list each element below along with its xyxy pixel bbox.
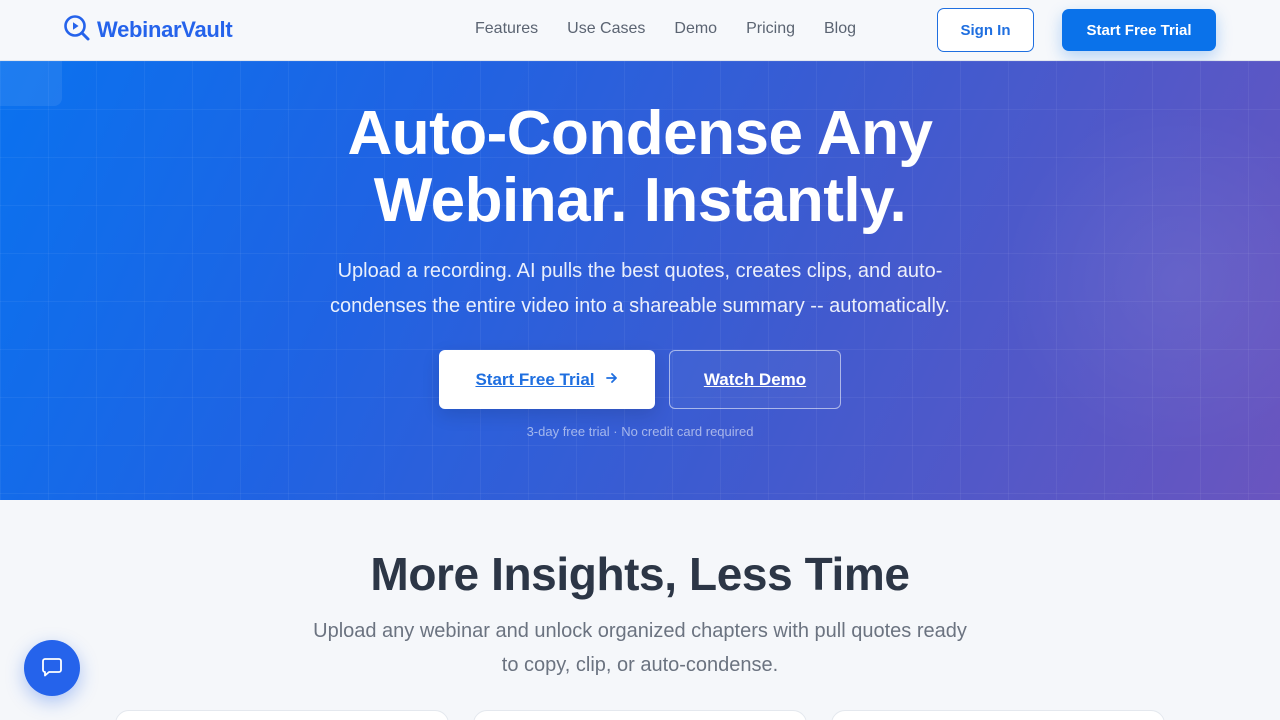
nav-demo[interactable]: Demo [674,19,717,39]
play-search-icon [63,14,91,47]
hero-start-trial-label: Start Free Trial [475,369,595,389]
nav-use-cases[interactable]: Use Cases [567,19,645,39]
nav-features[interactable]: Features [475,19,538,39]
hero-section: Auto-Condense Any Webinar. Instantly. Up… [0,61,1280,500]
hero-title: Auto-Condense Any Webinar. Instantly. [0,100,1280,234]
nav-pricing[interactable]: Pricing [746,19,795,39]
trial-note: 3-day free trial · No credit card requir… [526,424,754,439]
feature-card [473,710,807,720]
hero-subtitle: Upload a recording. AI pulls the best qu… [330,260,950,317]
arrow-right-icon [605,370,619,390]
hero-title-line-2: Webinar. Instantly. [373,166,907,235]
watch-demo-button[interactable]: Watch Demo [669,350,841,409]
logo[interactable]: WebinarVault [63,14,233,47]
feature-card [831,710,1165,720]
hero-title-line-1: Auto-Condense Any [347,99,933,168]
hero-start-trial-button[interactable]: Start Free Trial [439,350,655,409]
chat-button[interactable] [24,640,80,696]
sign-in-button[interactable]: Sign In [937,8,1034,52]
chat-icon [40,655,64,682]
nav-blog[interactable]: Blog [824,19,856,39]
feature-card [115,710,449,720]
insights-title: More Insights, Less Time [370,548,910,600]
main-nav: Features Use Cases Demo Pricing Blog [475,19,885,39]
brand-name: WebinarVault [97,17,233,42]
start-trial-button[interactable]: Start Free Trial [1062,9,1216,51]
site-header: WebinarVault Features Use Cases Demo Pri… [0,0,1280,61]
insights-subtitle: Upload any webinar and unlock organized … [313,620,967,676]
